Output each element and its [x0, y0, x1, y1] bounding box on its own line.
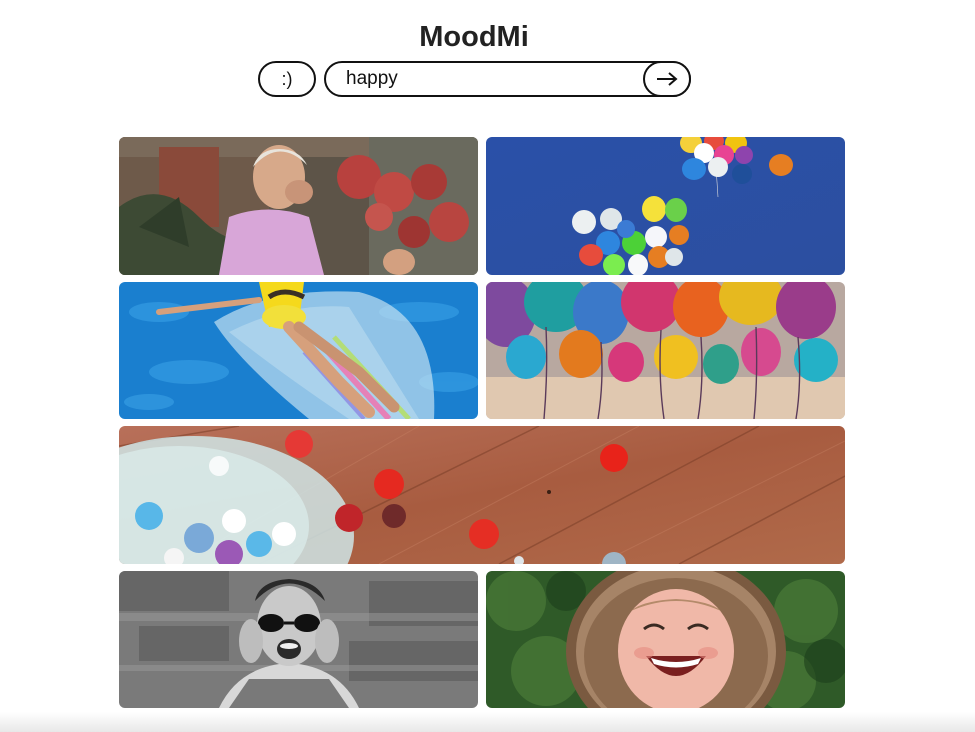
search-field[interactable]	[324, 61, 691, 97]
gallery-image[interactable]	[486, 137, 845, 275]
gallery-image[interactable]	[486, 571, 845, 708]
gallery-image[interactable]	[119, 571, 478, 708]
mood-button[interactable]: :)	[258, 61, 316, 97]
scroll-fade	[0, 712, 975, 732]
search-submit-button[interactable]	[643, 61, 691, 97]
gallery-image[interactable]	[119, 137, 478, 275]
arrow-right-icon	[657, 72, 678, 86]
gallery-image[interactable]	[119, 426, 845, 564]
gallery-image[interactable]	[486, 282, 845, 419]
search-input[interactable]	[346, 63, 636, 95]
gallery-image[interactable]	[119, 282, 478, 419]
app-title: MoodMi	[419, 21, 529, 53]
